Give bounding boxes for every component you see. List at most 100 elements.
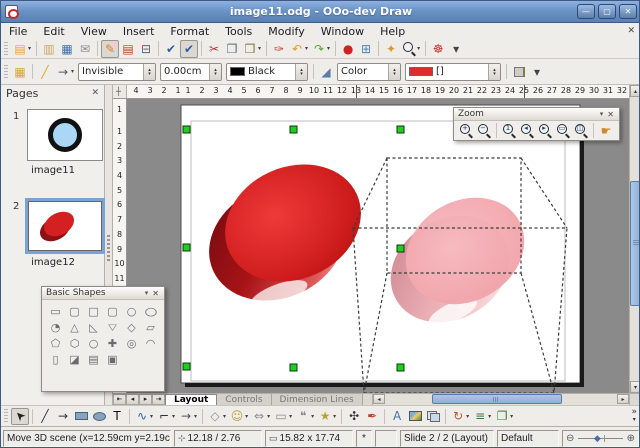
folded-corner-button[interactable]: ▤ xyxy=(84,351,103,367)
line-color-combo[interactable]: Black ▴▾ xyxy=(226,63,308,81)
tab-dimension-lines[interactable]: Dimension Lines xyxy=(272,394,363,405)
auto-spellcheck-button[interactable]: ✔ xyxy=(180,40,198,58)
palette-menu-icon[interactable]: ▾ xyxy=(597,110,607,118)
palette-menu-icon[interactable]: ▾ xyxy=(142,289,152,297)
flowcharts-button[interactable]: ▭▾ xyxy=(272,408,294,425)
zoom-in-button[interactable]: + xyxy=(457,122,475,139)
hexagon-button[interactable]: ⬡ xyxy=(65,335,84,351)
rotate-button[interactable]: ↻▾ xyxy=(449,408,471,425)
maximize-button-button[interactable]: ▢ xyxy=(598,4,616,19)
edit-points-button[interactable]: ✣ xyxy=(345,408,363,425)
minimize-button-button[interactable]: — xyxy=(577,4,595,19)
callouts-dropdown[interactable]: ▾ xyxy=(311,413,314,420)
curve-dropdown[interactable]: ▾ xyxy=(150,413,153,420)
zoom-slider-thumb[interactable]: ◆ xyxy=(594,433,601,444)
spellcheck-button[interactable]: ✔ xyxy=(162,40,180,58)
clone-formatting-button[interactable]: ✑ xyxy=(270,40,288,58)
cylinder-button[interactable]: ▯ xyxy=(46,351,65,367)
block-arrows-dropdown[interactable]: ▾ xyxy=(267,413,270,420)
stars-button[interactable]: ★▾ xyxy=(316,408,338,425)
stars-dropdown[interactable]: ▾ xyxy=(333,413,336,420)
horizontal-scroll-thumb[interactable] xyxy=(432,394,562,404)
vertical-scroll-thumb[interactable] xyxy=(630,181,640,306)
symbol-shapes-button[interactable]: ☺▾ xyxy=(228,408,250,425)
rotate-dropdown[interactable]: ▾ xyxy=(466,413,469,420)
paste-dropdown[interactable]: ▾ xyxy=(258,45,261,52)
zoom-slider[interactable]: ⊖ ◆ ⊕ xyxy=(562,430,639,447)
parallelogram-button[interactable]: ▱ xyxy=(141,319,160,335)
block-arc-button[interactable]: ◠ xyxy=(141,335,160,351)
redo-button[interactable]: ↷▾ xyxy=(310,40,332,58)
rounded-rectangle-button[interactable]: ▢ xyxy=(65,303,84,319)
copy-button[interactable]: ❐ xyxy=(223,40,241,58)
undo-button[interactable]: ↶▾ xyxy=(288,40,310,58)
circle-pie-button[interactable]: ◔ xyxy=(46,319,65,335)
menu-tools[interactable]: Tools xyxy=(217,24,260,39)
zoom-button[interactable]: ▾ xyxy=(400,40,422,58)
palette-close-icon[interactable]: ✕ xyxy=(151,289,160,298)
horizontal-scrollbar[interactable]: ◂ ▸ xyxy=(372,394,629,405)
basic-shapes-button[interactable]: ◇▾ xyxy=(206,408,228,425)
arrange-dropdown[interactable]: ▾ xyxy=(510,413,513,420)
callouts-button[interactable]: ❝▾ xyxy=(294,408,316,425)
status-slide-indicator[interactable]: Slide 2 / 2 (Layout) xyxy=(400,430,494,447)
insert-chart-button[interactable]: ● xyxy=(339,40,357,58)
redo-dropdown[interactable]: ▾ xyxy=(327,45,330,52)
alignment-button[interactable]: ≡▾ xyxy=(471,408,493,425)
octagon-button[interactable]: ○ xyxy=(84,335,103,351)
circle-button[interactable]: ○ xyxy=(122,303,141,319)
spinner-icon[interactable]: ▴▾ xyxy=(388,64,400,80)
menu-format[interactable]: Format xyxy=(162,24,217,39)
arrange-button[interactable]: ❐▾ xyxy=(493,408,515,425)
fill-type-combo[interactable]: Color ▴▾ xyxy=(337,63,401,81)
area-dialog-button[interactable]: ◢ xyxy=(317,63,335,81)
palette-close-icon[interactable]: ✕ xyxy=(606,110,615,119)
zoom-previous-button[interactable]: ◂ xyxy=(518,122,536,139)
open-button[interactable]: ▥ xyxy=(40,40,58,58)
select-button[interactable]: ➤ xyxy=(11,408,29,425)
tab-controls[interactable]: Controls xyxy=(217,394,271,405)
save-button[interactable]: ▦ xyxy=(58,40,76,58)
cross-button[interactable]: ✚ xyxy=(103,335,122,351)
help-button[interactable]: ☸ xyxy=(429,40,447,58)
spinner-icon[interactable]: ▴▾ xyxy=(295,64,307,80)
right-triangle-button[interactable]: ◺ xyxy=(84,319,103,335)
new-document-dropdown[interactable]: ▾ xyxy=(28,45,31,52)
block-arrows-button[interactable]: ⇔▾ xyxy=(250,408,272,425)
status-page-style[interactable]: Default xyxy=(497,430,559,447)
undo-dropdown[interactable]: ▾ xyxy=(305,45,308,52)
spinner-icon[interactable]: ▴▾ xyxy=(488,64,500,80)
next-page-nav-button[interactable]: ▸ xyxy=(139,394,152,405)
text-tool-button[interactable]: T xyxy=(108,408,126,425)
connector-button[interactable]: ⌐▾ xyxy=(155,408,177,425)
line-button[interactable]: ╱ xyxy=(36,408,54,425)
page-thumbnail-2[interactable] xyxy=(28,201,102,251)
page-thumbnail-1[interactable] xyxy=(27,109,103,161)
drawing-canvas[interactable]: Zoom ▾ ✕ +−1◂▸▭◫☛ xyxy=(127,99,629,393)
fill-color-combo[interactable]: [] ▴▾ xyxy=(405,63,501,81)
arrowheads-button[interactable]: →▾ xyxy=(54,63,76,81)
alignment-dropdown[interactable]: ▾ xyxy=(488,413,491,420)
document-as-email-button[interactable]: ✉ xyxy=(76,40,94,58)
line-ends-with-arrow-button[interactable]: → xyxy=(54,408,72,425)
navigator-button[interactable]: ✦ xyxy=(382,40,400,58)
curve-button[interactable]: ∿▾ xyxy=(133,408,155,425)
scroll-up-button[interactable]: ▴ xyxy=(630,85,640,97)
edit-file-button[interactable]: ✎ xyxy=(101,40,119,58)
menu-insert[interactable]: Insert xyxy=(115,24,163,39)
line-width-spinner[interactable]: 0.00cm ▴▾ xyxy=(160,63,222,81)
menu-window[interactable]: Window xyxy=(313,24,372,39)
new-document-button[interactable]: ▤▾ xyxy=(11,40,33,58)
rectangle-tool-button[interactable] xyxy=(72,408,90,425)
arrowheads-dropdown[interactable]: ▾ xyxy=(71,68,74,75)
cut-button[interactable]: ✂ xyxy=(205,40,223,58)
square-button[interactable]: □ xyxy=(84,303,103,319)
toolbar-more-button[interactable]: ▾ xyxy=(528,63,546,81)
first-page-nav-button[interactable]: ⇤ xyxy=(113,394,126,405)
lines-and-arrows-dropdown[interactable]: ▾ xyxy=(194,413,197,420)
zoom-palette-titlebar[interactable]: Zoom ▾ ✕ xyxy=(454,108,619,121)
ring-button[interactable]: ◎ xyxy=(122,335,141,351)
close-button-button[interactable]: ✕ xyxy=(619,4,637,19)
shadow-button[interactable] xyxy=(510,63,528,81)
menu-edit[interactable]: Edit xyxy=(35,24,72,39)
